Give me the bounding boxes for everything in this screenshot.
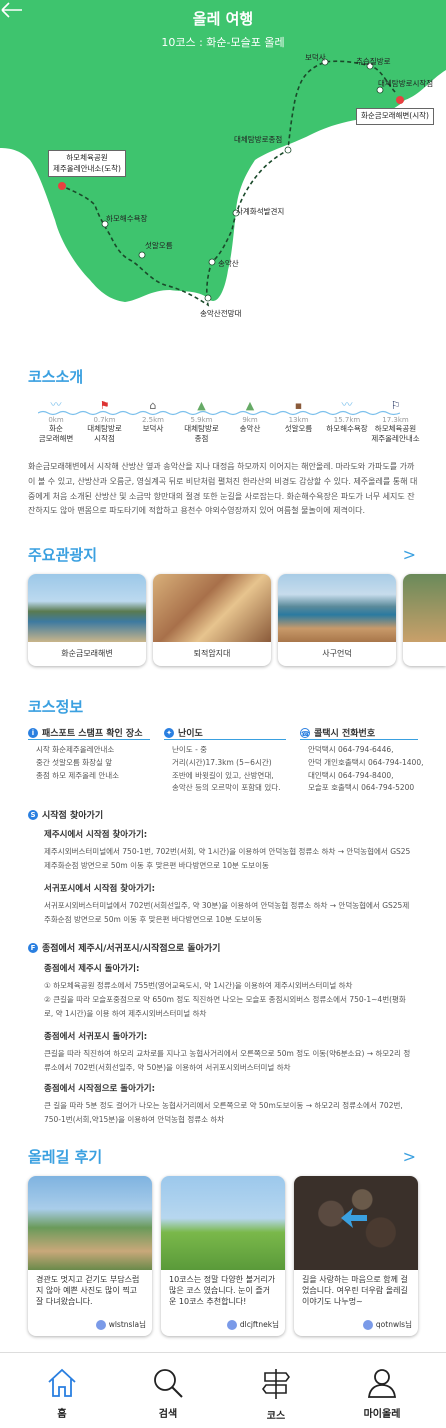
start-from-jeju-text: 제주시외버스터미널에서 750-1번, 702번(서회, 약 1시간)을 이용하… xyxy=(44,847,411,870)
end-to-jeju-text: ① 하모체육공원 정류소에서 755번(영어교육도시, 약 1시간)을 이용하여… xyxy=(44,981,406,1018)
phone-icon: ☎ xyxy=(300,727,310,738)
walker-icon: ✦ xyxy=(164,727,174,738)
avatar xyxy=(362,1319,373,1330)
map-label: 사계화석발견지 xyxy=(236,207,285,216)
map-label-bodeoksa: 보덕사 xyxy=(305,53,326,62)
spot-photo xyxy=(278,574,396,642)
info-col-stamp: 시작 화순제주올레안내소 중간 섯알오름 화장실 앞 종점 하모 제주올레 안내소 xyxy=(36,745,120,780)
tab-search[interactable]: 검색 xyxy=(118,1353,218,1428)
spots-more-chevron-icon[interactable]: > xyxy=(403,545,416,564)
review-photo xyxy=(161,1176,285,1270)
review-text: 경관도 멋지고 걷기도 부담스럽지 않아 예쁜 사진도 많이 찍고 잘 다녀왔습… xyxy=(36,1275,140,1307)
tab-label: 검색 xyxy=(158,1409,178,1420)
signpost-icon xyxy=(262,1369,290,1399)
page-title: 올레 여행 xyxy=(192,10,254,28)
map-label: 섯알오름 xyxy=(145,241,173,250)
home-icon xyxy=(48,1368,76,1397)
end-to-seogwipo-heading: 종점에서 서귀포시 돌아가기: xyxy=(44,1032,148,1042)
map-label: 대체탐방로시작점 xyxy=(378,79,434,88)
tab-label: 마이올레 xyxy=(363,1409,401,1420)
tab-label: 코스 xyxy=(266,1411,286,1422)
intro-text: 화순금모래해변에서 시작해 산방산 옆과 송악산을 지나 대정읍 하모까지 이어… xyxy=(28,462,418,516)
course-map[interactable]: 올레 여행 10코스 : 화순-모슬포 올레 보덕사 추습질방로 대체탐방로시작… xyxy=(0,0,446,345)
review-text: 길을 사랑하는 마음으로 함께 걸었습니다. 여우린 더우람 올레길 이야기도 … xyxy=(302,1275,408,1307)
end-to-seogwipo-text: 큰길을 따라 직진하여 하모리 교차로를 지나고 농협사거리에서 오른쪽으로 5… xyxy=(44,1049,411,1072)
end-to-start-text: 큰 길을 따라 5분 정도 걸어가 나오는 농협사거리에서 오른쪽으로 약 50… xyxy=(44,1101,403,1124)
arrow-marker-icon xyxy=(341,1208,367,1228)
bottom-tab-bar: 홈 검색 코스 마이올레 xyxy=(0,1352,446,1427)
divider xyxy=(28,739,150,740)
map-label-start: 화순금모래해변(시작) xyxy=(356,108,434,125)
start-from-seogwipo-heading: 서귀포시에서 시작점 찾아가기: xyxy=(44,884,155,894)
info-col-taxi: 안덕택시 064-794-6446, 안덕 개인호출택시 064-794-1400… xyxy=(308,745,424,793)
spot-photo xyxy=(153,574,271,642)
review-card[interactable]: 경관도 멋지고 걷기도 부담스럽지 않아 예쁜 사진도 많이 찍고 잘 다녀왔습… xyxy=(28,1176,152,1336)
reviews-more-chevron-icon[interactable]: > xyxy=(403,1147,416,1166)
start-from-seogwipo-text: 서귀포시외버스터미널에서 702번(서회선일주, 약 30분)을 이용하여 안덕… xyxy=(44,901,410,924)
review-photo xyxy=(294,1176,418,1270)
spot-photo xyxy=(28,574,146,642)
map-label: 대체탐방로종점 xyxy=(234,135,283,144)
start-section-head: S 시작점 찾아가기 xyxy=(28,808,103,821)
avatar xyxy=(95,1319,106,1330)
section-title-info: 코스정보 xyxy=(28,698,84,716)
course-stop: ⚐ 17.3km 하모체육공원 제주올레안내소 xyxy=(368,392,424,444)
section-title-intro: 코스소개 xyxy=(28,368,84,386)
tab-home[interactable]: 홈 xyxy=(12,1353,112,1428)
spot-card[interactable]: 화순금모래해변 xyxy=(28,574,146,666)
spot-caption: 퇴적암지대 xyxy=(193,649,231,658)
stop-distance: 17.3km xyxy=(382,416,409,424)
finish-icon: F xyxy=(28,942,38,953)
spot-caption: 화순금모래해변 xyxy=(61,649,113,658)
info-col-difficulty: 난이도 - 중 거리(시간)17.3km (5~6시간) 조반에 바윗길이 있고, … xyxy=(172,745,281,793)
divider xyxy=(300,739,418,740)
review-user: wlstnsla님 xyxy=(95,1319,146,1330)
avatar xyxy=(226,1319,237,1330)
section-title-spots: 주요관광지 xyxy=(28,546,98,564)
review-user: qotnwls님 xyxy=(362,1319,412,1330)
user-icon xyxy=(367,1369,397,1398)
spot-card[interactable]: 퇴적암지대 xyxy=(153,574,271,666)
info-head-taxi: ☎ 콜택시 전화번호 xyxy=(300,727,376,739)
info-head-difficulty: ✦ 난이도 xyxy=(164,726,203,739)
review-user: dlcjftnek님 xyxy=(226,1319,279,1330)
end-section-head: F 종점에서 제주시/서귀포시/시작점으로 돌아가기 xyxy=(28,941,220,954)
spot-caption: 사구언덕 xyxy=(322,649,352,658)
review-card[interactable]: 길을 사랑하는 마음으로 함께 걸었습니다. 여우린 더우람 올레길 이야기도 … xyxy=(294,1176,418,1336)
review-card[interactable]: 10코스는 정말 다양한 볼거리가 많은 코스 였습니다. 눈이 즐거운 10코… xyxy=(161,1176,285,1336)
map-label: 하모해수욕장 xyxy=(106,214,148,223)
start-from-jeju-heading: 제주시에서 시작점 찾아가기: xyxy=(44,830,148,840)
map-label: 송악산전망대 xyxy=(200,309,242,318)
divider xyxy=(164,739,286,740)
review-text: 10코스는 정말 다양한 볼거리가 많은 코스 였습니다. 눈이 즐거운 10코… xyxy=(169,1275,276,1307)
map-label-end: 하모체육공원 제주올레안내소(도착) xyxy=(48,150,126,177)
passport-icon: i xyxy=(28,727,38,738)
tab-course[interactable]: 코스 xyxy=(226,1353,326,1428)
spot-card[interactable]: 사구언덕 xyxy=(278,574,396,666)
end-to-jeju-heading: 종점에서 제주시 돌아가기: xyxy=(44,964,140,974)
section-title-reviews: 올레길 후기 xyxy=(28,1148,103,1166)
course-stops: 〰 0km 화순 금모래해변 ⚑ 0.7km 대체탐방로 시작점 ⌂ 2.5km 보덕사 ▲ 5.9… xyxy=(28,392,420,448)
stop-icon: ⚐ xyxy=(390,399,401,412)
end-to-start-heading: 종점에서 시작점으로 돌아가기: xyxy=(44,1084,155,1094)
course-subtitle: 10코스 : 화순-모슬포 올레 xyxy=(161,36,285,49)
info-head-stamp: i 패스포트 스탬프 확인 장소 xyxy=(28,726,142,739)
map-label: 송악산 xyxy=(218,259,239,268)
search-icon xyxy=(154,1369,183,1398)
spot-card-partial[interactable] xyxy=(403,574,446,666)
review-photo xyxy=(28,1176,152,1270)
tab-label: 홈 xyxy=(57,1409,67,1420)
stop-name: 하모체육공원 제주올레안내소 xyxy=(371,424,420,443)
tab-my-olle[interactable]: 마이올레 xyxy=(332,1353,432,1428)
map-label: 추습질방로 xyxy=(356,57,391,66)
start-icon: S xyxy=(28,809,38,820)
